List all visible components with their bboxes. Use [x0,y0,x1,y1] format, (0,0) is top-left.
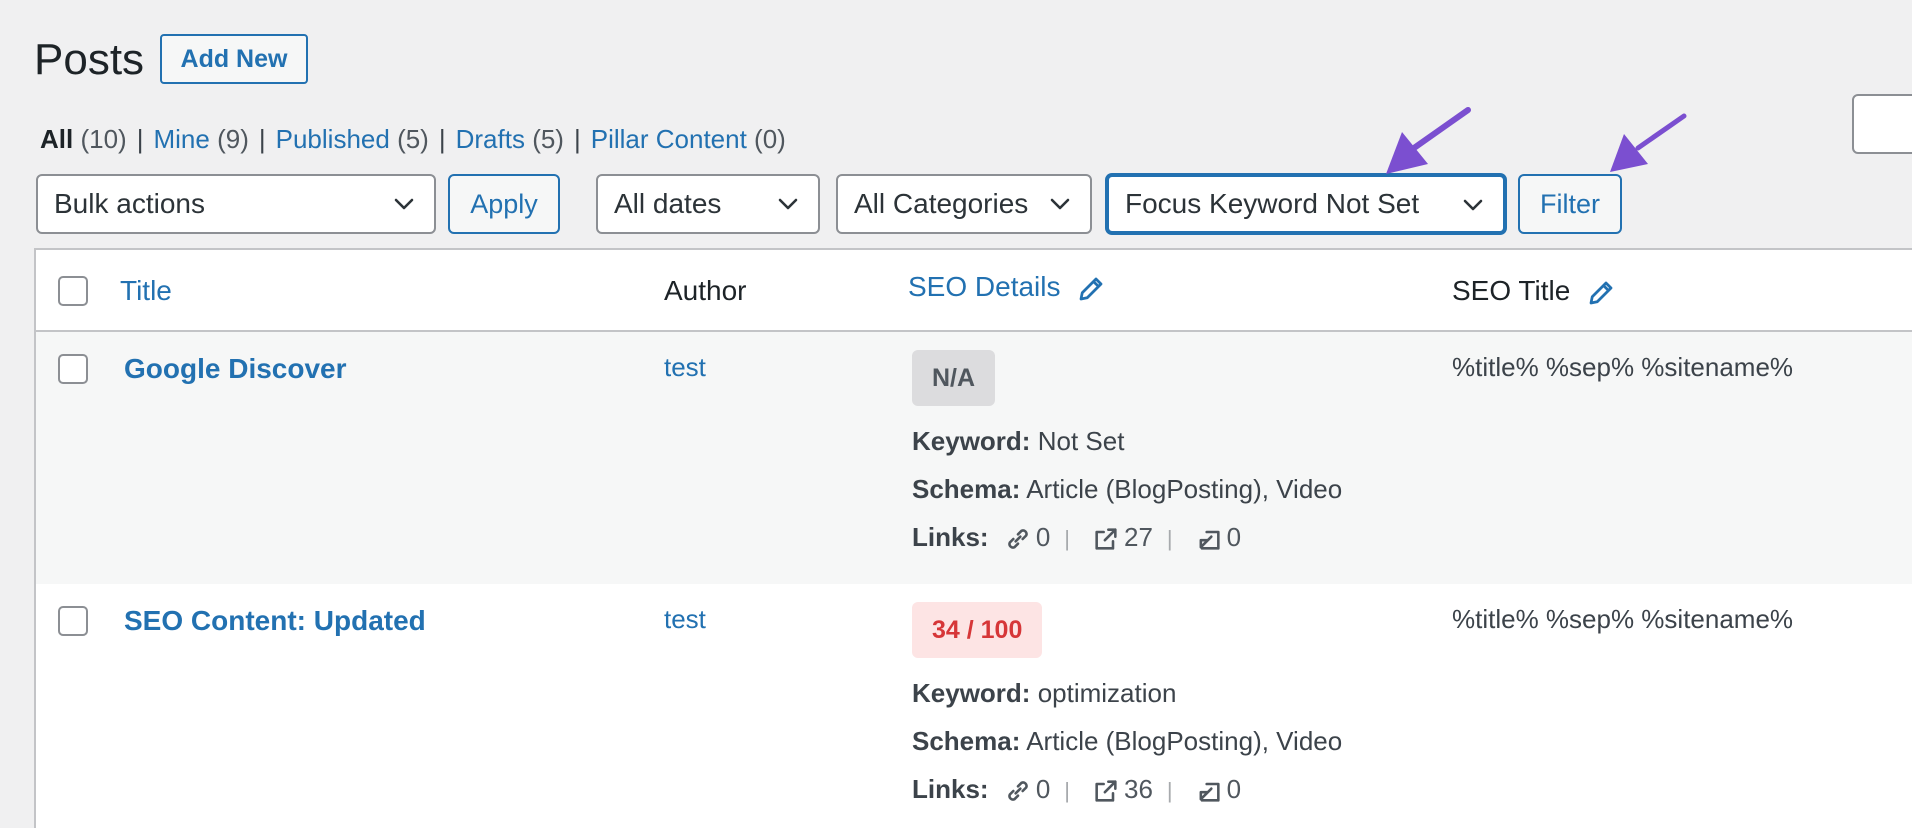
incoming-link-icon [1199,530,1220,550]
view-mine[interactable]: Mine (9) [153,124,248,154]
schema-label: Schema: [912,726,1021,756]
pencil-icon[interactable] [1076,274,1106,304]
bulk-actions-value: Bulk actions [54,188,205,219]
keyword-label: Keyword: [912,678,1031,708]
view-drafts-link[interactable]: Drafts [456,124,525,154]
external-links-count: 27 [1124,522,1153,552]
post-title-link[interactable]: SEO Content: Updated [124,604,426,638]
seo-title-value: %title% %sep% %sitename% [1452,604,1794,634]
chevron-down-icon [394,198,414,210]
annotation-arrow-icon [1386,107,1471,174]
post-status-views: All (10) | Mine (9) | Published (5) | Drafts (… [40,122,786,156]
keyword-line: Keyword: optimization [912,676,1176,710]
schema-label: Schema: [912,474,1021,504]
select-all-checkbox[interactable] [58,276,88,306]
posts-screen: Posts Add New All (10) | Mine (9) | Publishe… [0,0,1912,828]
view-all-count: (10) [80,124,127,154]
view-mine-count: (9) [217,124,249,154]
add-new-button[interactable]: Add New [160,34,308,84]
seo-details-label: SEO Details [908,271,1061,302]
external-link-icon [1095,528,1117,550]
view-mine-link[interactable]: Mine [153,124,209,154]
apply-button[interactable]: Apply [448,174,560,234]
keyword-label: Keyword: [912,426,1031,456]
column-title-header[interactable]: Title [120,274,172,308]
links-separator: | [1064,526,1070,551]
links-line: Links: 0 | 36 | 0 [912,772,1241,808]
view-pillar-content[interactable]: Pillar Content (0) [591,124,786,154]
view-pillar-content-count: (0) [754,124,786,154]
seo-score-badge: 34 / 100 [912,602,1043,658]
column-seo-details-header[interactable]: SEO Details [908,270,1106,304]
post-author-link[interactable]: test [664,602,706,636]
seo-title-label: SEO Title [1452,275,1571,306]
view-drafts-count: (5) [532,124,564,154]
links-label: Links: [912,774,989,804]
page-title: Posts [34,35,145,84]
post-author-link[interactable]: test [664,350,706,384]
row-checkbox[interactable] [58,606,88,636]
post-title-link[interactable]: Google Discover [124,352,347,386]
incoming-link-icon [1199,782,1220,802]
view-drafts[interactable]: Drafts (5) [456,124,564,154]
view-published-count: (5) [397,124,429,154]
view-all-link[interactable]: All [40,124,73,154]
seo-title-value: %title% %sep% %sitename% [1452,352,1794,382]
incoming-links-count: 0 [1226,522,1242,552]
external-links-count: 36 [1124,774,1153,804]
schema-line: Schema: Article (BlogPosting), Video [912,724,1342,758]
links-label: Links: [912,522,989,552]
seo-score-badge: N/A [912,350,996,406]
chevron-down-icon [1463,199,1483,211]
external-link-icon [1095,780,1117,802]
view-published[interactable]: Published (5) [276,124,429,154]
filter-button[interactable]: Filter [1518,174,1622,234]
view-separator: | [136,124,144,154]
keyword-value: Not Set [1037,426,1125,456]
table-row: SEO Content: Updated test 34 / 100 Keywo… [36,584,1912,828]
view-all[interactable]: All (10) [40,124,127,154]
incoming-links-count: 0 [1226,774,1242,804]
internal-links-count: 0 [1035,522,1051,552]
focus-keyword-filter-value: Focus Keyword Not Set [1125,188,1420,219]
view-pillar-content-link[interactable]: Pillar Content [591,124,747,154]
chevron-down-icon [778,198,798,210]
keyword-line: Keyword: Not Set [912,424,1124,458]
dates-filter-value: All dates [614,188,722,219]
view-separator: | [258,124,266,154]
chevron-down-icon [1050,198,1070,210]
view-published-link[interactable]: Published [276,124,390,154]
schema-value: Article (BlogPosting), Video [1026,726,1343,756]
keyword-value: optimization [1037,678,1177,708]
link-icon [1008,529,1028,549]
links-separator: | [1166,778,1173,803]
view-separator: | [438,124,446,154]
link-icon [1008,781,1028,801]
pencil-icon[interactable] [1586,278,1616,308]
links-line: Links: 0 | 27 | 0 [912,520,1241,556]
bulk-actions-select[interactable]: Bulk actions [36,174,436,234]
table-header: Title Author SEO Details SEO Title [36,250,1912,332]
categories-filter-value: All Categories [854,188,1029,219]
links-separator: | [1166,526,1173,551]
row-checkbox[interactable] [58,354,88,384]
links-separator: | [1064,778,1070,803]
view-separator: | [573,124,581,154]
column-author-header: Author [664,275,747,306]
internal-links-count: 0 [1035,774,1051,804]
categories-filter-select[interactable]: All Categories [836,174,1092,234]
annotation-arrow-icon [1610,113,1687,172]
search-posts-input[interactable] [1852,94,1912,154]
schema-value: Article (BlogPosting), Video [1026,474,1343,504]
posts-table: Title Author SEO Details SEO Title Googl… [34,248,1912,828]
column-seo-title-header: SEO Title [1452,274,1616,308]
schema-line: Schema: Article (BlogPosting), Video [912,472,1342,506]
dates-filter-select[interactable]: All dates [596,174,820,234]
table-row: Google Discover test N/A Keyword: Not Se… [36,332,1912,584]
